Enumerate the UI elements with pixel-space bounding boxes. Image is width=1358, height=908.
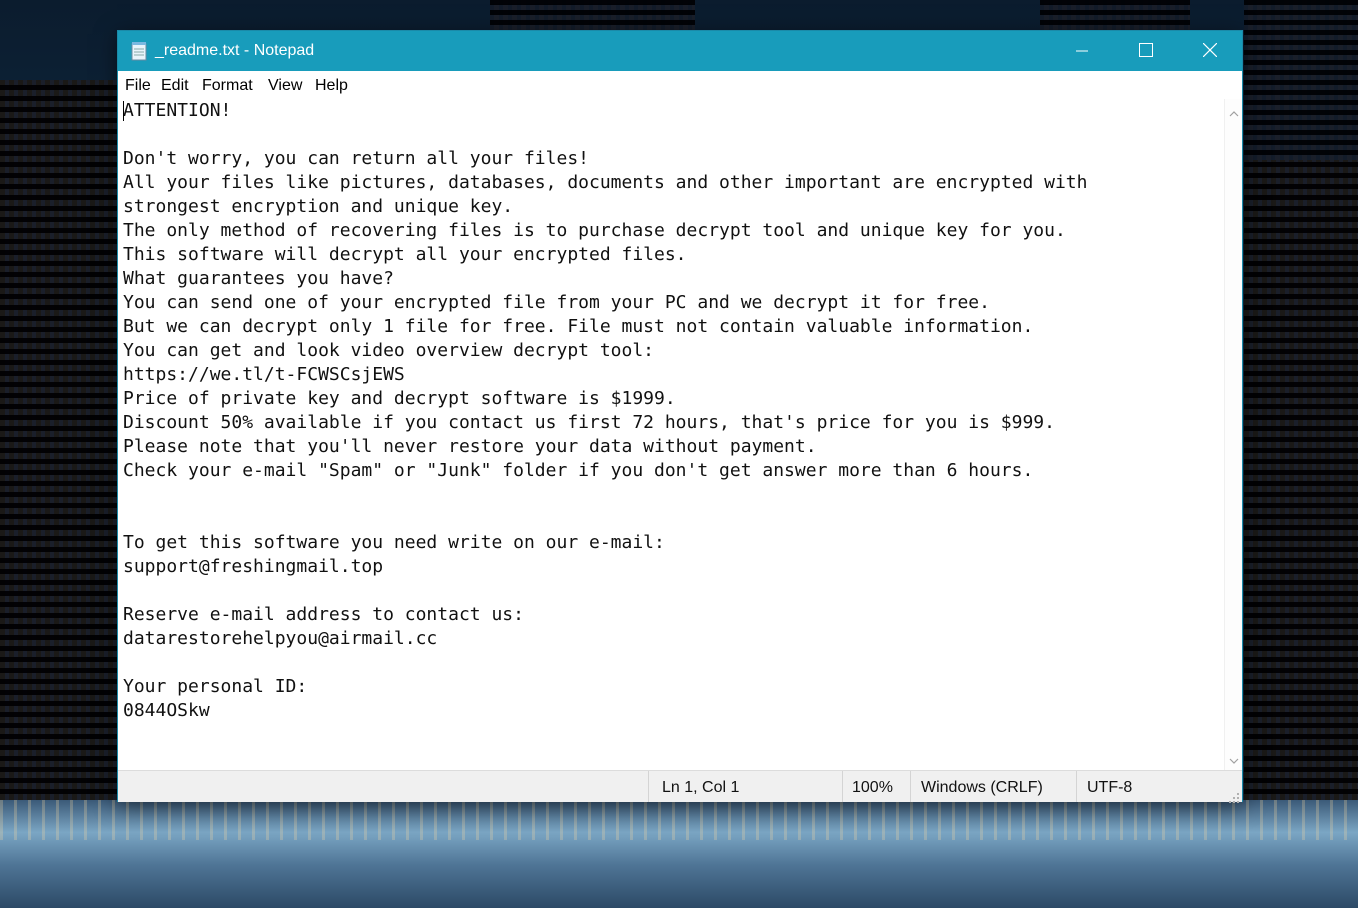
background-building — [1040, 0, 1190, 30]
chevron-down-icon — [1229, 749, 1239, 768]
cursor-position: Ln 1, Col 1 — [662, 779, 740, 796]
minimize-button[interactable] — [1050, 31, 1114, 71]
water-glow — [0, 800, 1358, 840]
text-caret — [123, 101, 124, 121]
text-line: What guarantees you have? — [123, 268, 394, 289]
text-line: Price of private key and decrypt softwar… — [123, 388, 676, 409]
window-title: _readme.txt - Notepad — [155, 42, 315, 59]
scroll-up-button[interactable] — [1225, 102, 1243, 120]
text-line: All your files like pictures, databases,… — [123, 172, 1088, 193]
text-line: Check your e-mail "Spam" or "Junk" folde… — [123, 460, 1034, 481]
status-cell-encoding: UTF-8 — [1076, 771, 1226, 802]
resize-grip-icon[interactable] — [1228, 789, 1240, 803]
status-cell-zoom: 100% — [842, 771, 910, 802]
background-building — [490, 0, 695, 30]
text-line: But we can decrypt only 1 file for free.… — [123, 316, 1034, 337]
menu-format[interactable]: Format — [202, 77, 253, 95]
text-line: 0844OSkw — [123, 700, 210, 721]
status-cell-position: Ln 1, Col 1 — [648, 771, 842, 802]
text-editor[interactable]: ATTENTION! Don't worry, you can return a… — [118, 99, 1224, 770]
menu-help[interactable]: Help — [315, 77, 348, 95]
text-line: Please note that you'll never restore yo… — [123, 436, 817, 457]
text-line: You can get and look video overview decr… — [123, 340, 655, 361]
background-building — [0, 80, 118, 800]
menu-view[interactable]: View — [268, 77, 302, 95]
text-line: support@freshingmail.top — [123, 556, 384, 577]
text-line: Reserve e-mail address to contact us: — [123, 604, 524, 625]
text-line: Your personal ID: — [123, 676, 308, 697]
status-cell-line-ending: Windows (CRLF) — [910, 771, 1076, 802]
status-bar: Ln 1, Col 1 100% Windows (CRLF) UTF-8 — [118, 770, 1242, 802]
close-button[interactable] — [1178, 31, 1242, 71]
notepad-window: _readme.txt - Notepad File Edit Format V… — [117, 30, 1243, 803]
chevron-up-icon — [1229, 102, 1239, 121]
line-ending: Windows (CRLF) — [921, 779, 1043, 796]
text-line: datarestorehelpyou@airmail.cc — [123, 628, 438, 649]
scroll-down-button[interactable] — [1225, 749, 1243, 767]
menu-file[interactable]: File — [125, 77, 151, 95]
title-bar[interactable]: _readme.txt - Notepad — [118, 31, 1242, 71]
text-line: To get this software you need write on o… — [123, 532, 665, 553]
vertical-scrollbar[interactable] — [1224, 99, 1242, 770]
text-line: https://we.tl/t-FCWSCsjEWS — [123, 364, 405, 385]
maximize-button[interactable] — [1114, 31, 1178, 71]
text-line: Don't worry, you can return all your fil… — [123, 148, 589, 169]
encoding: UTF-8 — [1087, 779, 1133, 796]
menu-bar: File Edit Format View Help — [118, 71, 1242, 99]
text-line: ATTENTION! — [123, 100, 232, 121]
text-line: The only method of recovering files is t… — [123, 220, 1066, 241]
text-line: You can send one of your encrypted file … — [123, 292, 990, 313]
menu-edit[interactable]: Edit — [161, 77, 189, 95]
notepad-icon — [130, 41, 148, 61]
text-line: This software will decrypt all your encr… — [123, 244, 687, 265]
text-line: Discount 50% available if you contact us… — [123, 412, 1055, 433]
zoom-level: 100% — [852, 779, 893, 796]
background-building — [1244, 0, 1358, 160]
background-building — [1244, 160, 1358, 800]
minimize-icon — [1076, 42, 1088, 61]
maximize-icon — [1139, 42, 1153, 61]
text-line: strongest encryption and unique key. — [123, 196, 514, 217]
document-text[interactable]: ATTENTION! Don't worry, you can return a… — [123, 99, 1088, 723]
close-icon — [1202, 42, 1218, 61]
